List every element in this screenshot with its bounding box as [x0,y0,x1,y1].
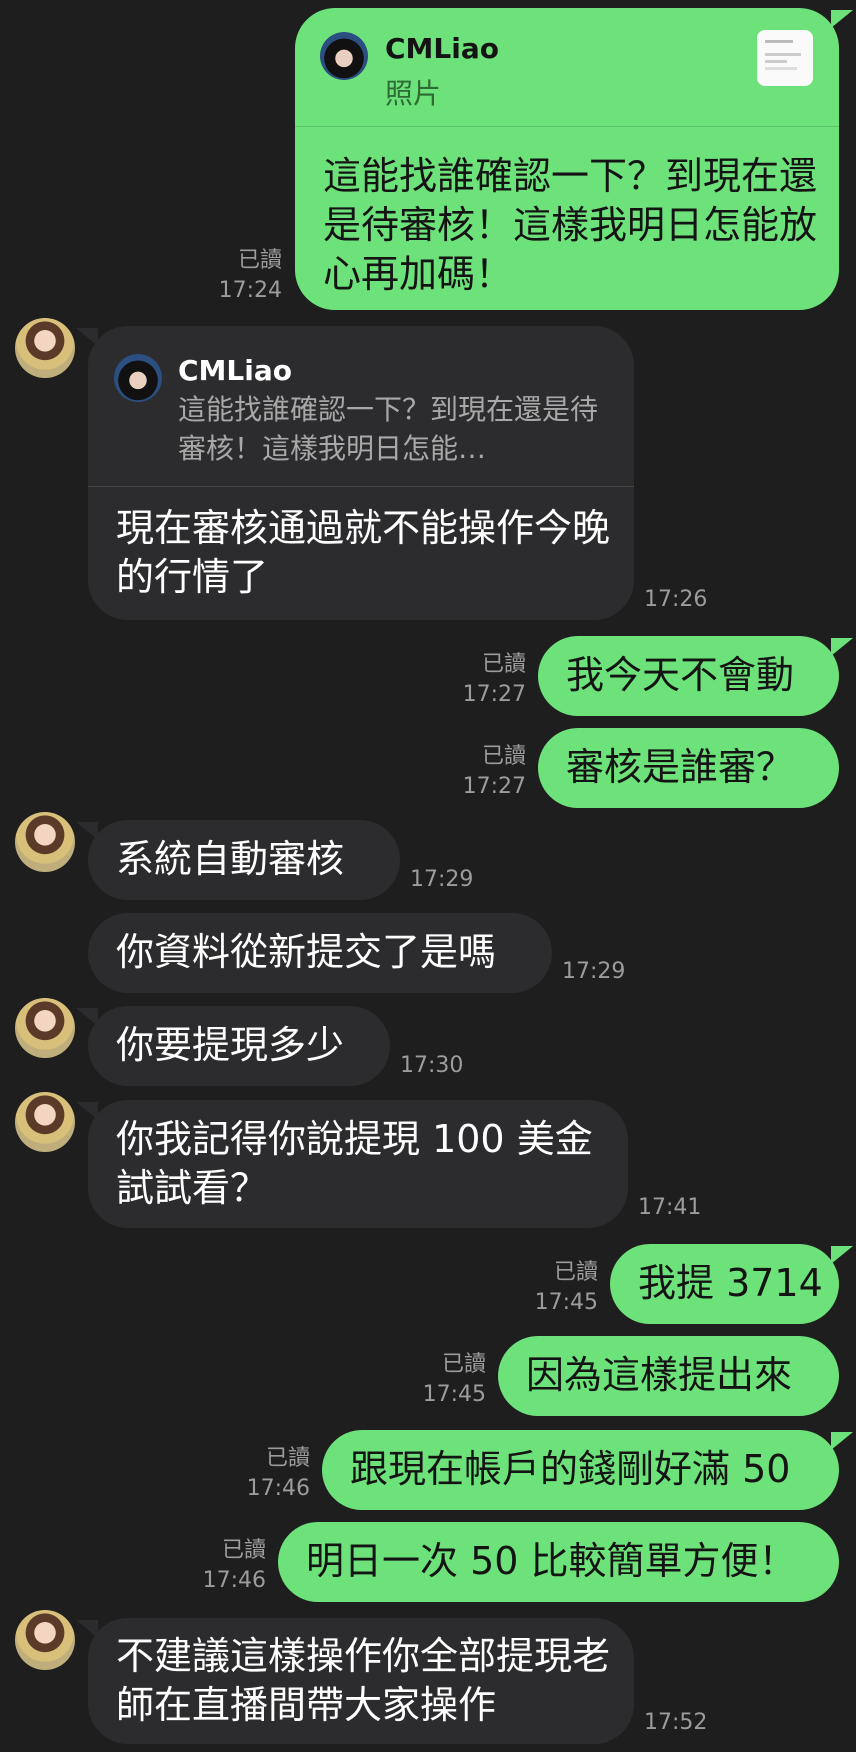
message-text: 你我記得你說提現 100 美金試試看？ [116,1117,593,1210]
bubble-tail [76,1008,98,1026]
reply-type-label: 照片 [385,77,442,110]
incoming-message[interactable]: 你我記得你說提現 100 美金試試看？ [76,1100,628,1228]
reply-divider [295,126,839,127]
read-status: 已讀 [481,652,526,677]
message-time: 17:46 [202,1568,266,1593]
contact-avatar[interactable] [15,1610,75,1670]
message-time: 17:29 [410,867,474,892]
message-text: 現在審核通過就不能操作今晚的行情了 [116,506,611,599]
message-text: 跟現在帳戶的錢剛好滿 50 [350,1447,791,1491]
message-text: 明日一次 50 比較簡單方便！ [306,1539,797,1583]
bubble-tail [76,1620,98,1638]
message-time: 17:46 [246,1476,310,1501]
incoming-message[interactable]: 不建議這樣操作你全部提現老師在直播間帶大家操作 [76,1618,634,1744]
outgoing-message[interactable]: 因為這樣提出來 [498,1336,839,1416]
outgoing-message[interactable]: 審核是誰審？ [538,728,839,808]
read-status: 已讀 [265,1446,310,1471]
read-status: 已讀 [441,1352,486,1377]
outgoing-message[interactable]: 我提 3714 [610,1244,853,1324]
outgoing-message-reply-photo[interactable]: CMLiao 照片 這能找誰確認一下？到現在還是待審核！這樣我明日怎能放心再加碼… [295,8,853,310]
bubble-tail [831,1432,853,1450]
outgoing-message[interactable]: 我今天不會動 [538,636,853,716]
message-time: 17:52 [644,1710,708,1735]
incoming-message[interactable]: 你資料從新提交了是嗎 [88,913,552,993]
message-text: 我提 3714 [638,1261,823,1305]
read-status: 已讀 [221,1538,266,1563]
outgoing-message[interactable]: 跟現在帳戶的錢剛好滿 50 [322,1430,853,1510]
bubble-tail [831,10,853,28]
message-text: 因為這樣提出來 [526,1353,793,1397]
message-text: 不建議這樣操作你全部提現老師在直播間帶大家操作 [116,1634,611,1727]
message-text: 審核是誰審？ [566,745,795,789]
message-text: 我今天不會動 [566,653,795,697]
message-text: 你要提現多少 [116,1023,345,1067]
read-status: 已讀 [553,1260,598,1285]
read-status: 已讀 [481,744,526,769]
message-time: 17:24 [218,278,282,303]
message-time: 17:30 [400,1053,464,1078]
bubble-tail [76,328,98,346]
message-text: 系統自動審核 [116,837,345,881]
message-time: 17:29 [562,959,626,984]
message-text: 這能找誰確認一下？到現在還是待審核！這樣我明日怎能放心再加碼！ [323,154,818,296]
reply-sender-name: CMLiao [178,354,292,387]
message-time: 17:27 [462,682,526,707]
message-time: 17:27 [462,774,526,799]
message-time: 17:45 [422,1382,486,1407]
bubble-tail [76,822,98,840]
bubble-tail [831,638,853,656]
bubble-tail [76,1102,98,1120]
incoming-message[interactable]: 你要提現多少 [76,1006,390,1086]
message-time: 17:41 [638,1195,702,1220]
message-text: 你資料從新提交了是嗎 [116,930,497,974]
contact-avatar[interactable] [15,1092,75,1152]
reply-divider [88,486,634,487]
reply-preview-text: 這能找誰確認一下？到現在還是待審核！這樣我明日怎能… [178,393,599,465]
reply-sender-avatar [320,32,368,80]
outgoing-message[interactable]: 明日一次 50 比較簡單方便！ [278,1522,839,1602]
message-time: 17:26 [644,587,708,612]
contact-avatar[interactable] [15,812,75,872]
read-status: 已讀 [237,248,282,273]
incoming-message-reply[interactable]: CMLiao 這能找誰確認一下？到現在還是待審核！這樣我明日怎能… 現在審核通過… [76,326,634,620]
contact-avatar[interactable] [15,998,75,1058]
reply-sender-avatar [114,354,162,402]
bubble-tail [831,1246,853,1264]
contact-avatar[interactable] [15,318,75,378]
incoming-message[interactable]: 系統自動審核 [76,820,400,900]
reply-photo-thumbnail[interactable] [757,30,813,86]
message-time: 17:45 [534,1290,598,1315]
reply-sender-name: CMLiao [385,32,499,65]
